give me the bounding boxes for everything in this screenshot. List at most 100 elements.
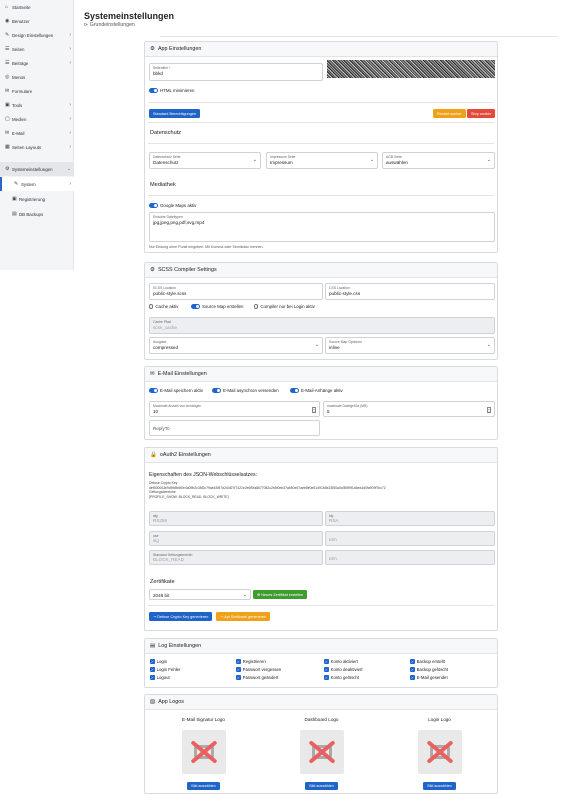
field-value: Datenschutz: [153, 160, 179, 165]
html-minify-toggle[interactable]: HTML minimieren: [149, 88, 194, 93]
compiler-login-radio[interactable]: Compiler nur bei Login aktiv: [254, 304, 315, 309]
toggle-switch[interactable]: [149, 88, 158, 93]
sidebar-item-startseite[interactable]: ⌂ Startseite: [0, 0, 74, 14]
sidebar-item-registrierung[interactable]: ▣ Registrierung: [0, 192, 74, 206]
toggle-switch[interactable]: [149, 388, 158, 393]
number-stepper[interactable]: ▴ ▾: [312, 407, 316, 414]
field-label: Seitentitel *: [153, 66, 171, 70]
sidebar-item-medien[interactable]: ▢ Medien ›: [0, 112, 74, 126]
check-icon: ✓: [410, 675, 415, 680]
radio-button[interactable]: [149, 304, 154, 309]
agb-select[interactable]: AGB Seite auswählen ⌄: [382, 152, 495, 169]
checkbox-label: Backup gelöscht: [416, 667, 449, 672]
select-image-button[interactable]: Bild auswählen: [423, 782, 456, 790]
toggle-switch[interactable]: [290, 388, 299, 393]
log-checkbox[interactable]: ✓ Konto aktiviert: [324, 659, 358, 664]
stop-worker-button[interactable]: Stop worker: [467, 109, 496, 118]
select-image-button[interactable]: Bild auswählen: [305, 782, 338, 790]
sidebar-item-system[interactable]: ✎ System ›: [0, 177, 74, 191]
number-stepper[interactable]: ▴ ▾: [487, 407, 491, 414]
sidebar-item-formulare[interactable]: ✉ Formulare: [0, 84, 74, 98]
select-image-button[interactable]: Bild auswählen: [187, 782, 220, 790]
toggle-label: Compiler nur bei Login aktiv: [260, 304, 315, 309]
standard-permissions-button[interactable]: Standard Berechtigungen: [149, 109, 201, 118]
radio-button[interactable]: [254, 304, 259, 309]
panel-header: ⚙ SCSS Compiler Settings: [145, 263, 497, 278]
datenschutz-select[interactable]: Datenschutz Seite Datenschutz ⌄: [149, 152, 261, 169]
cache-active-radio[interactable]: Cache aktiv: [149, 304, 178, 309]
chevron-down-icon: ⌄: [242, 592, 247, 598]
sourcemap-options-select[interactable]: Source Map Optionen inline ⌄: [325, 337, 495, 354]
log-checkbox[interactable]: ✓ Login Fehler: [150, 667, 180, 672]
ausgabe-select[interactable]: Ausgabe compressed ⌄: [149, 337, 323, 354]
log-checkbox[interactable]: ✓ Passwort vergessen: [236, 667, 281, 672]
scss-location-field[interactable]: SCSS Location public-style.scss: [149, 283, 323, 300]
chevron-right-icon: ›: [69, 32, 71, 38]
chevron-down-icon: ⌄: [486, 157, 491, 163]
log-checkbox[interactable]: ✓ Konto gelöscht: [324, 675, 359, 680]
sidebar-item-seiten[interactable]: ☰ Seiten ›: [0, 42, 74, 56]
sidebar-item-design[interactable]: ✎ Design Einstellungen ›: [0, 28, 74, 42]
section-title: Datenschutz: [150, 130, 182, 136]
kv-line: [PROFILE_SHOW, BLOCK_READ, BLOCK_WRITE]: [149, 494, 229, 499]
panel-header: 🔒 oAuth2 Einstellungen: [145, 448, 497, 463]
divider: [148, 605, 494, 606]
check-icon: ✓: [324, 667, 329, 672]
sidebar-item-benutzer[interactable]: ◉ Benutzer: [0, 14, 74, 28]
css-location-field[interactable]: CSS Location public-style.css: [325, 283, 495, 300]
toggle-switch[interactable]: [191, 304, 200, 309]
log-checkbox[interactable]: ✓ Login: [150, 659, 167, 664]
seitentitel-field[interactable]: Seitentitel * bbkd: [149, 63, 323, 81]
sidebar-item-tools[interactable]: ▣ Tools ›: [0, 98, 74, 112]
max-filesize-input[interactable]: maximale Dateigröße (MB) 5 ▴ ▾: [323, 401, 495, 417]
log-checkbox[interactable]: ✓ Passwort geändert: [236, 675, 278, 680]
log-checkbox[interactable]: ✓ Registrieren: [236, 659, 266, 664]
log-checkbox[interactable]: ✓ Backup gelöscht: [410, 667, 448, 672]
email-async-toggle[interactable]: E-Mail asynchron versenden: [212, 388, 279, 393]
log-checkbox[interactable]: ✓ Backup erstellt: [410, 659, 445, 664]
field-value: public-style.scss: [153, 291, 187, 296]
sourcemap-toggle[interactable]: Source Map erstellen: [191, 304, 244, 309]
restart-worker-button[interactable]: Restart worker: [433, 109, 466, 118]
email-save-toggle[interactable]: E-Mail speichern aktiv: [149, 388, 203, 393]
google-maps-toggle[interactable]: Google Maps aktiv: [149, 203, 196, 208]
sidebar-item-label: DB Backups: [19, 211, 44, 217]
sidebar-item-label: E-Mail: [12, 130, 25, 136]
field-value: Impressum: [270, 160, 293, 165]
default-scope-field: Standard Geltungsbereich BLOCK_READ: [149, 550, 323, 565]
log-checkbox[interactable]: ✓ E-Mail gesendet: [410, 675, 448, 680]
sidebar-item-layouts[interactable]: ▦ Seiten Layouts ›: [0, 140, 74, 154]
sidebar-item-beitraege[interactable]: ☰ Beiträge ›: [0, 56, 74, 70]
log-checkbox[interactable]: ✓ Konto deaktiviert: [324, 667, 363, 672]
sidebar-item-email[interactable]: ✉ E-Mail ›: [0, 126, 74, 140]
create-certificate-button[interactable]: ⊕ Neues Zertifikat erstellen: [253, 590, 308, 599]
check-icon: ✓: [236, 675, 241, 680]
log-checkbox[interactable]: ✓ Logout: [150, 675, 170, 680]
certificate-size-select[interactable]: 2048 bit ⌄: [149, 589, 251, 600]
sidebar-item-label: System: [21, 181, 36, 187]
chevron-right-icon: ›: [69, 144, 71, 150]
generate-defuse-key-button[interactable]: ⊸ Defuse Crypto Key generieren: [149, 612, 213, 621]
toggle-switch[interactable]: [212, 388, 221, 393]
checkbox-label: E-Mail gesendet: [416, 675, 448, 680]
sidebar-item-menues[interactable]: ◎ Menüs: [0, 70, 74, 84]
tools-icon: ▣: [5, 102, 10, 108]
dateitypen-textarea[interactable]: Erlaubte Dateitypen jpg,jpeg,png,pdf,svg…: [149, 212, 495, 242]
generate-api-key-button[interactable]: ⊸ Api Schlüssel generieren: [216, 612, 271, 621]
impressum-select[interactable]: Impressum Seite Impressum ⌄: [266, 152, 378, 169]
button-label: Api Schlüssel generieren: [224, 614, 267, 619]
field-value: RSA: [329, 518, 339, 523]
toggle-switch[interactable]: [149, 203, 158, 208]
replyto-input[interactable]: ReplyTo: [149, 420, 320, 436]
log-icon: ▤: [150, 643, 156, 649]
toggle-label: Source Map erstellen: [202, 304, 244, 309]
max-attachments-input[interactable]: Maximale Anzahl von Anhängen 10 ▴ ▾: [149, 401, 320, 417]
breadcrumb-label: Grundeinstellungen: [89, 22, 135, 28]
user-icon: ◉: [5, 18, 10, 24]
chevron-right-icon: ›: [69, 116, 71, 122]
email-attachments-toggle[interactable]: E-Mail-Anhänge aktiv: [290, 388, 343, 393]
sidebar-item-systemeinstellungen[interactable]: ⚙ Systemeinstellungen ⌄: [0, 162, 74, 176]
forms-icon: ✉: [5, 88, 10, 94]
toggle-label: Google Maps aktiv: [160, 203, 197, 208]
sidebar-item-db-backups[interactable]: ▤ DB Backups: [0, 207, 74, 221]
